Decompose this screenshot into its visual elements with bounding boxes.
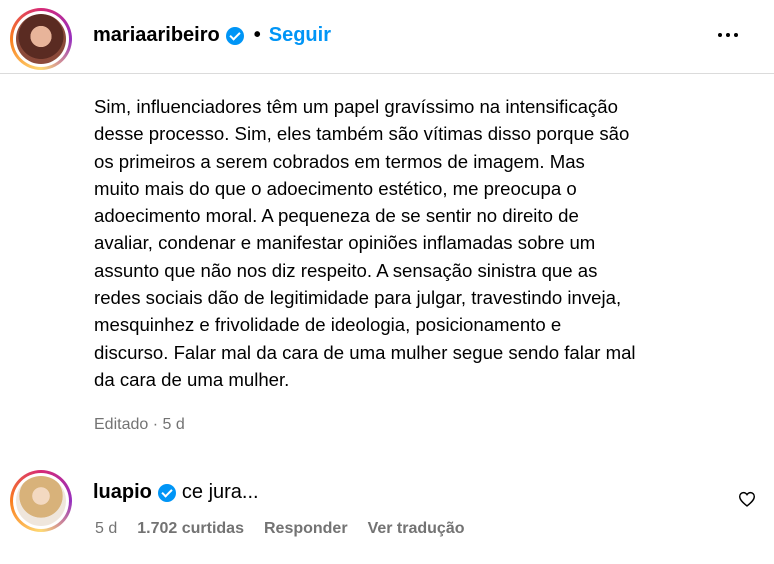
caption-line: adoecimento moral. A pequeneza de se sen… <box>94 205 579 227</box>
comment-meta: 5 d 1.702 curtidas Responder Ver traduçã… <box>95 520 465 538</box>
heart-icon[interactable] <box>738 491 756 507</box>
post-meta: Editado · 5 d <box>94 416 185 433</box>
caption-line: os primeiros a serem cobrados em termos … <box>94 150 585 172</box>
post-header: mariaaribeiro • Seguir <box>0 0 774 74</box>
caption-line: assunto que não nos diz respeito. A sens… <box>94 259 598 281</box>
author-avatar[interactable] <box>16 14 66 64</box>
post-caption: Sim, influenciadores têm um papel gravís… <box>94 93 744 393</box>
commenter-avatar-ring[interactable] <box>10 470 72 532</box>
caption-line: mesquinhez e frivolidade de ideologia, p… <box>94 314 562 336</box>
author-username[interactable]: mariaaribeiro <box>93 24 220 47</box>
translate-button[interactable]: Ver tradução <box>368 520 465 538</box>
author-avatar-ring[interactable] <box>10 8 72 70</box>
comment-likes[interactable]: 1.702 curtidas <box>137 520 244 538</box>
comment-text: ce jura... <box>181 481 259 503</box>
comment-row: luapio ce jura... <box>93 481 259 504</box>
commenter-username[interactable]: luapio <box>93 481 152 504</box>
author-row: mariaaribeiro • Seguir <box>93 24 331 47</box>
verified-badge-icon <box>157 483 176 502</box>
caption-line: avaliar, condenar e manifestar opiniões … <box>94 232 596 254</box>
caption-line: muito mais do que o adoecimento estético… <box>94 177 577 199</box>
caption-line: discurso. Falar mal da cara de uma mulhe… <box>94 341 636 363</box>
caption-line: redes sociais dão de legitimidade para j… <box>94 287 622 309</box>
reply-button[interactable]: Responder <box>264 520 348 538</box>
separator-dot: • <box>253 24 261 46</box>
caption-line: da cara de uma mulher. <box>94 368 290 390</box>
comment-time: 5 d <box>95 520 118 537</box>
verified-badge-icon <box>225 26 244 45</box>
commenter-avatar[interactable] <box>16 476 66 526</box>
more-options-icon[interactable] <box>718 33 738 37</box>
caption-line: Sim, influenciadores têm um papel gravís… <box>94 96 618 117</box>
follow-button[interactable]: Seguir <box>269 24 331 47</box>
caption-line: desse processo. Sim, eles também são vít… <box>94 123 630 145</box>
